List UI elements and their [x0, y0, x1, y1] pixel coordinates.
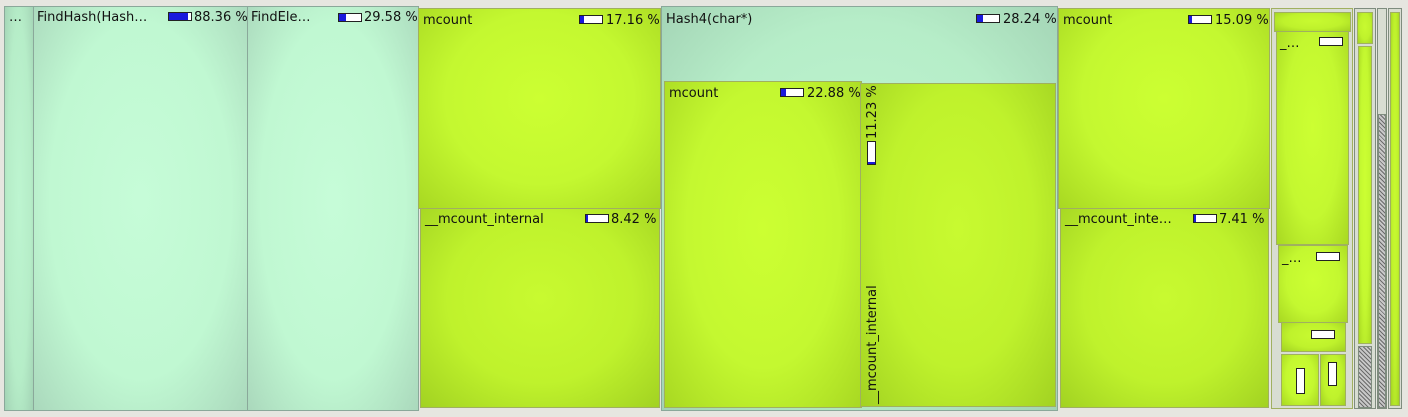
cell-label: __mcount_internal — [425, 212, 544, 227]
treemap-cell-mcount-internal[interactable]: __mcount_inte… 7.41 % — [1060, 208, 1269, 408]
cost-percent: 17.16 % — [606, 13, 660, 28]
cost-bar — [867, 141, 876, 165]
treemap-cell[interactable]: _… — [1276, 31, 1349, 245]
cost-bar — [1319, 37, 1343, 46]
cost-bar-fill — [1189, 16, 1193, 23]
cost-bar-fill — [781, 89, 787, 96]
cell-label: _… — [1282, 251, 1302, 266]
cost-percent: 28.24 % — [1003, 12, 1057, 27]
cell-label: mcount — [423, 13, 473, 28]
treemap-cell-mcount[interactable]: mcount 22.88 % — [664, 81, 862, 408]
cost-percent: 29.58 % — [364, 10, 418, 25]
treemap-cell[interactable] — [1320, 354, 1346, 406]
cost-bar-fill — [977, 15, 984, 22]
cell-label: _… — [1280, 36, 1300, 51]
treemap-cell-mcount[interactable]: mcount 15.09 % — [1058, 8, 1270, 209]
cost-bar-fill — [586, 215, 588, 222]
treemap-cell[interactable] — [1378, 114, 1386, 408]
cost-percent: 22.88 % — [807, 86, 861, 101]
cost-percent: 88.36 % — [194, 10, 248, 25]
cost-bar — [585, 214, 609, 223]
cell-label: FindHash(Hash… — [37, 10, 148, 25]
cell-label: __mcount_internal — [865, 285, 880, 404]
treemap-cell-root[interactable]: … — [4, 6, 34, 411]
treemap-cell-findele[interactable]: FindEle… 29.58 % — [247, 6, 419, 411]
cost-bar — [780, 88, 804, 97]
treemap-cell[interactable] — [1390, 12, 1400, 406]
cell-label: Hash4(char*) — [666, 12, 753, 27]
cell-label: mcount — [1063, 13, 1113, 28]
cost-bar — [976, 14, 1000, 23]
cost-bar — [338, 13, 362, 22]
cell-label: mcount — [669, 86, 719, 101]
treemap-cell[interactable] — [1357, 12, 1373, 44]
cost-bar — [1316, 252, 1340, 261]
treemap-cell[interactable] — [1281, 322, 1346, 352]
cost-percent: 11.23 % — [865, 85, 880, 139]
cost-percent: 8.42 % — [611, 212, 657, 227]
cost-bar-fill — [580, 16, 584, 23]
treemap-cell-mcount-internal[interactable]: 11.23 % __mcount_internal — [860, 83, 1056, 407]
cost-bar — [579, 15, 603, 24]
cost-bar-fill — [169, 13, 189, 20]
cost-bar — [1328, 362, 1337, 386]
treemap-cell[interactable] — [1358, 346, 1372, 408]
treemap-cell-mcount[interactable]: mcount 17.16 % — [418, 8, 661, 209]
cost-bar-fill — [868, 161, 875, 164]
treemap-cell-mcount-internal[interactable]: __mcount_internal 8.42 % — [420, 208, 660, 408]
cell-label: FindEle… — [251, 10, 311, 25]
treemap-cell[interactable]: _… — [1278, 245, 1348, 323]
cost-percent: 15.09 % — [1215, 13, 1269, 28]
treemap-cell[interactable] — [1274, 12, 1351, 32]
treemap-cell-findhash[interactable]: FindHash(Hash… 88.36 % — [33, 6, 248, 411]
cell-label: __mcount_inte… — [1065, 212, 1172, 227]
treemap-cell[interactable] — [1358, 46, 1372, 344]
cost-bar — [1296, 368, 1305, 394]
treemap-cell[interactable]: … — [1281, 354, 1319, 406]
cost-bar — [1311, 330, 1335, 339]
cost-bar-fill — [1194, 215, 1196, 222]
cost-bar — [168, 12, 192, 21]
cost-bar-fill — [339, 14, 346, 21]
cell-label: … — [9, 10, 22, 25]
treemap-view: … FindHash(Hash… 88.36 % FindEle… 29.58 … — [0, 0, 1408, 417]
cost-bar — [1188, 15, 1212, 24]
cost-bar — [1193, 214, 1217, 223]
cost-percent: 7.41 % — [1219, 212, 1265, 227]
